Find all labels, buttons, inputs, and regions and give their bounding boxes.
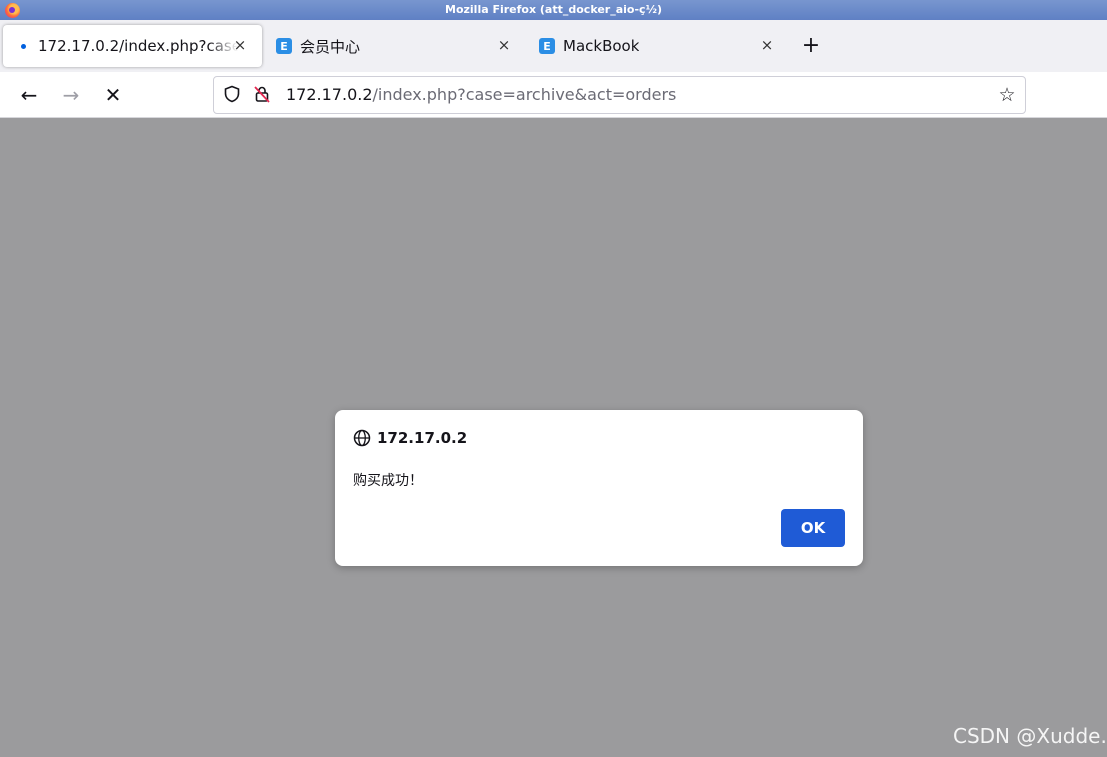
back-button[interactable]: ← [17,83,41,107]
tracking-shield-icon[interactable] [222,85,242,105]
tab-mackbook[interactable]: E MackBook × [527,25,789,67]
loading-dot-icon [21,43,26,49]
tab-member-center[interactable]: E 会员中心 × [264,25,528,67]
ok-button[interactable]: OK [781,509,845,547]
alert-dialog: 172.17.0.2 购买成功！ OK [335,410,863,566]
new-tab-button[interactable]: + [800,35,822,57]
window-titlebar: Mozilla Firefox (att_docker_aio-ç½) [0,0,1107,20]
dialog-header: 172.17.0.2 [353,428,467,448]
bookmark-star-icon[interactable]: ☆ [997,85,1017,105]
dialog-origin: 172.17.0.2 [377,429,468,447]
url-text: 172.17.0.2/index.php?case=archive&act=or… [286,77,676,113]
tab-close-icon[interactable]: × [230,35,250,55]
insecure-lock-icon[interactable] [252,85,272,105]
tab-close-icon[interactable]: × [757,35,777,55]
e-favicon-icon: E [276,38,292,54]
url-host: 172.17.0.2 [286,85,373,104]
watermark: CSDN @Xudde. [953,724,1107,748]
tab-orders[interactable]: 172.17.0.2/index.php?case=archive&act=or… [3,25,262,67]
url-bar[interactable]: 172.17.0.2/index.php?case=archive&act=or… [213,76,1026,114]
tab-label: MackBook [563,37,640,55]
forward-button[interactable]: → [59,83,83,107]
stop-button[interactable]: ✕ [101,83,125,107]
tab-label: 会员中心 [300,37,361,56]
dialog-message: 购买成功！ [353,473,423,489]
e-favicon-icon: E [539,38,555,54]
window-title: Mozilla Firefox (att_docker_aio-ç½) [445,3,662,16]
globe-icon [353,429,371,447]
tab-close-icon[interactable]: × [494,35,514,55]
tab-strip: 172.17.0.2/index.php?case=archive&act=or… [0,20,1107,72]
tab-label: 172.17.0.2/index.php?case=archive&act=or… [38,37,238,55]
navigation-toolbar: ← → ✕ 172.17.0.2/index.php?case=archive&… [0,72,1107,118]
url-path: /index.php?case=archive&act=orders [372,85,677,104]
firefox-logo-icon [5,3,20,18]
